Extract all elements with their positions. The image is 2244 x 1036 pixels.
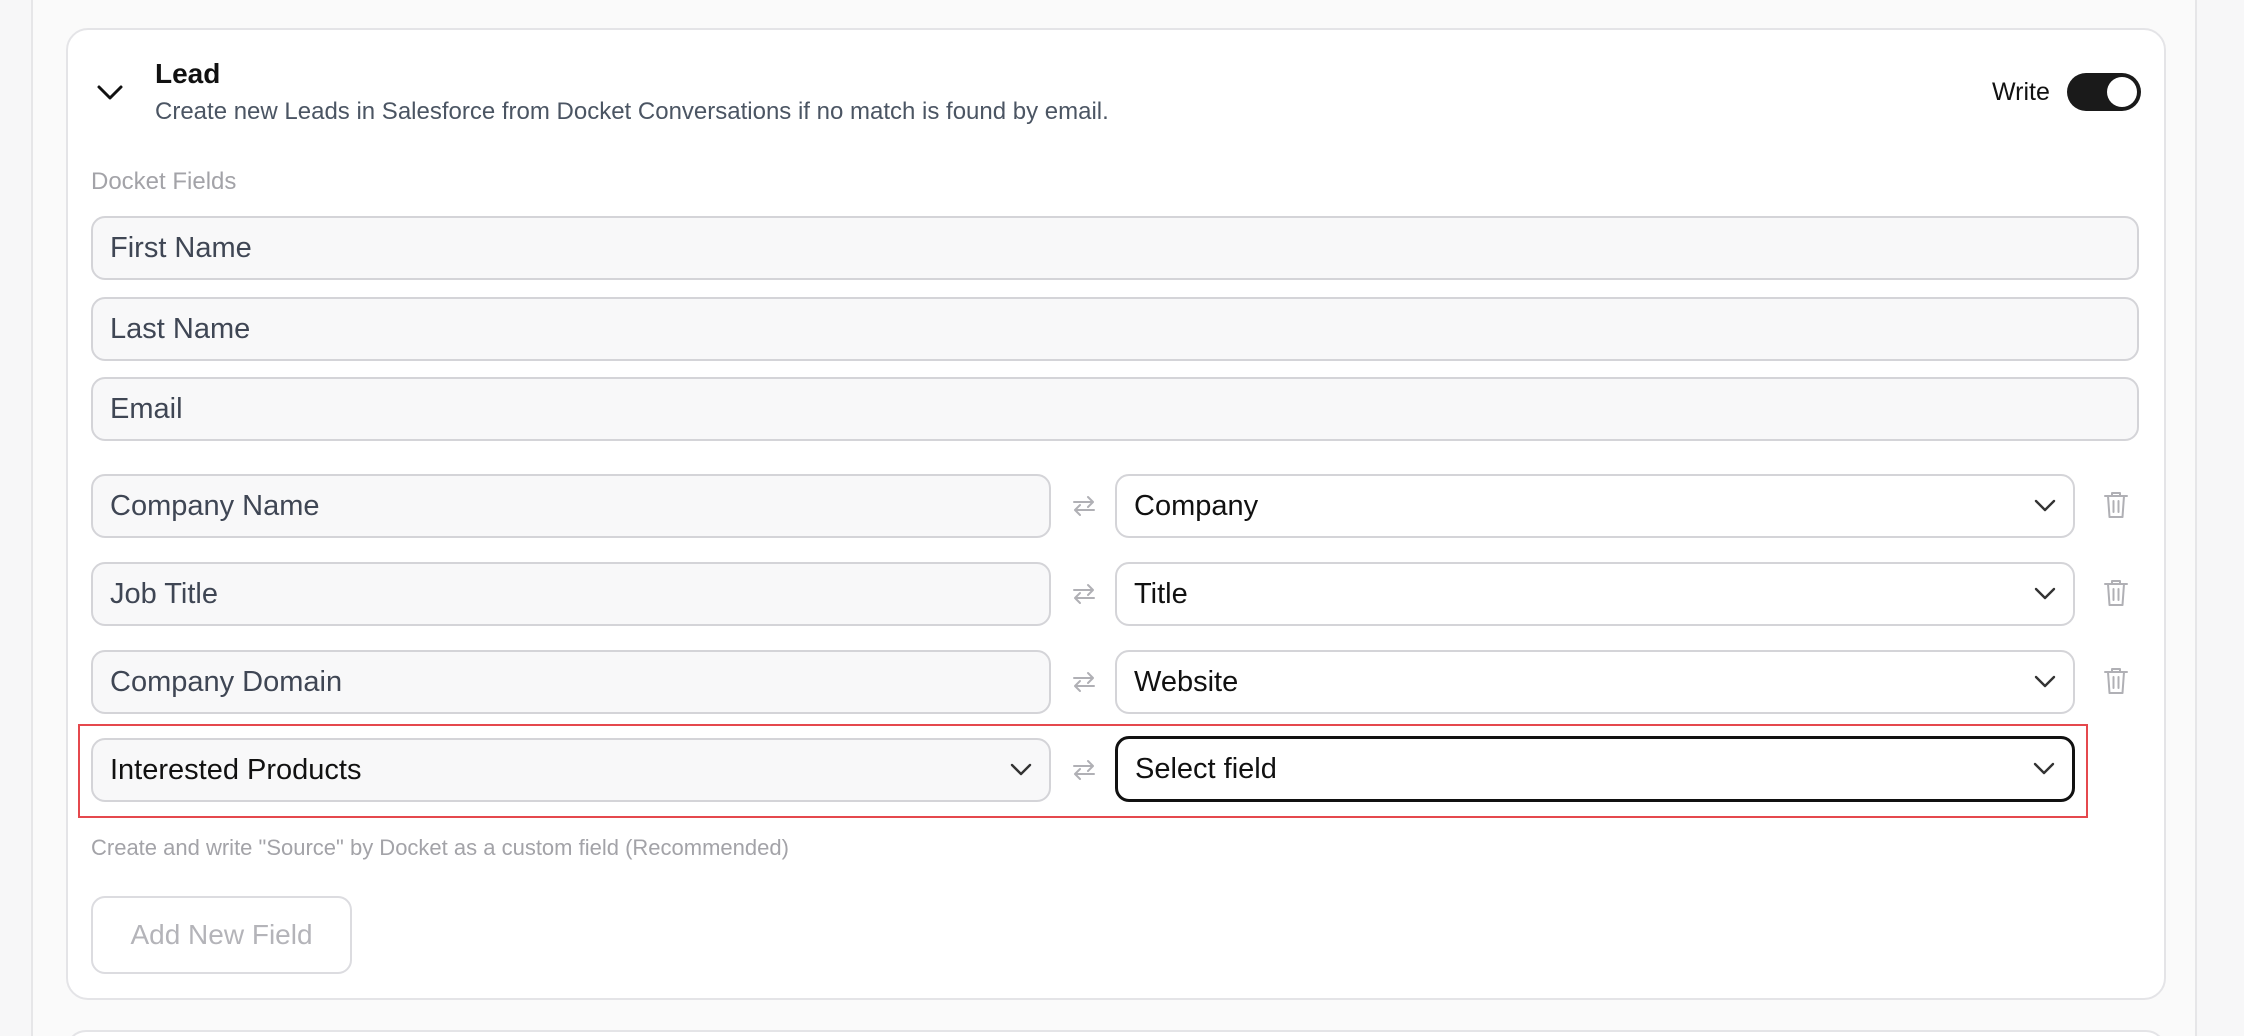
chevron-down-icon (1010, 763, 1032, 777)
mapping-salesforce-select[interactable]: Company (1115, 474, 2075, 538)
add-new-field-button[interactable]: Add New Field (91, 896, 352, 974)
chevron-down-icon (2034, 675, 2056, 689)
select-value: Company (1134, 489, 1259, 522)
select-value: Title (1134, 577, 1188, 610)
mapping-docket-field: Company Name (91, 474, 1051, 538)
collapse-toggle[interactable] (93, 76, 127, 110)
toggle-knob (2107, 77, 2137, 107)
card-title: Lead (155, 58, 221, 89)
mapping-salesforce-select[interactable]: Website (1115, 650, 2075, 714)
next-card (66, 1030, 2166, 1036)
mapping-docket-field: Company Domain (91, 650, 1051, 714)
swap-arrows-icon (1068, 490, 1100, 522)
card-subtitle: Create new Leads in Salesforce from Dock… (155, 98, 1109, 125)
new-docket-field-select[interactable]: Interested Products (91, 738, 1051, 802)
mapping-salesforce-select[interactable]: Title (1115, 562, 2075, 626)
trash-icon (2103, 490, 2129, 520)
swap-arrows-icon (1068, 666, 1100, 698)
source-field-hint: Create and write "Source" by Docket as a… (91, 835, 789, 860)
delete-mapping-button[interactable] (2100, 488, 2132, 522)
write-label: Write (1992, 78, 2050, 106)
delete-mapping-button[interactable] (2100, 664, 2132, 698)
docket-fields-label: Docket Fields (91, 168, 237, 195)
write-toggle[interactable] (2067, 73, 2141, 111)
chevron-down-icon (2034, 587, 2056, 601)
select-value: Interested Products (110, 753, 362, 786)
select-placeholder: Select field (1135, 752, 1277, 785)
chevron-down-icon (2033, 762, 2055, 776)
chevron-down-icon (2034, 499, 2056, 513)
delete-mapping-button[interactable] (2100, 576, 2132, 610)
select-value: Website (1134, 665, 1239, 698)
swap-arrows-icon (1068, 578, 1100, 610)
mapping-docket-field: Job Title (91, 562, 1051, 626)
email-field: Email (91, 377, 2139, 441)
trash-icon (2103, 578, 2129, 608)
new-salesforce-field-select[interactable]: Select field (1115, 736, 2075, 802)
last-name-field: Last Name (91, 297, 2139, 361)
swap-arrows-icon (1068, 754, 1100, 786)
first-name-field: First Name (91, 216, 2139, 280)
trash-icon (2103, 666, 2129, 696)
chevron-down-icon (96, 84, 124, 102)
